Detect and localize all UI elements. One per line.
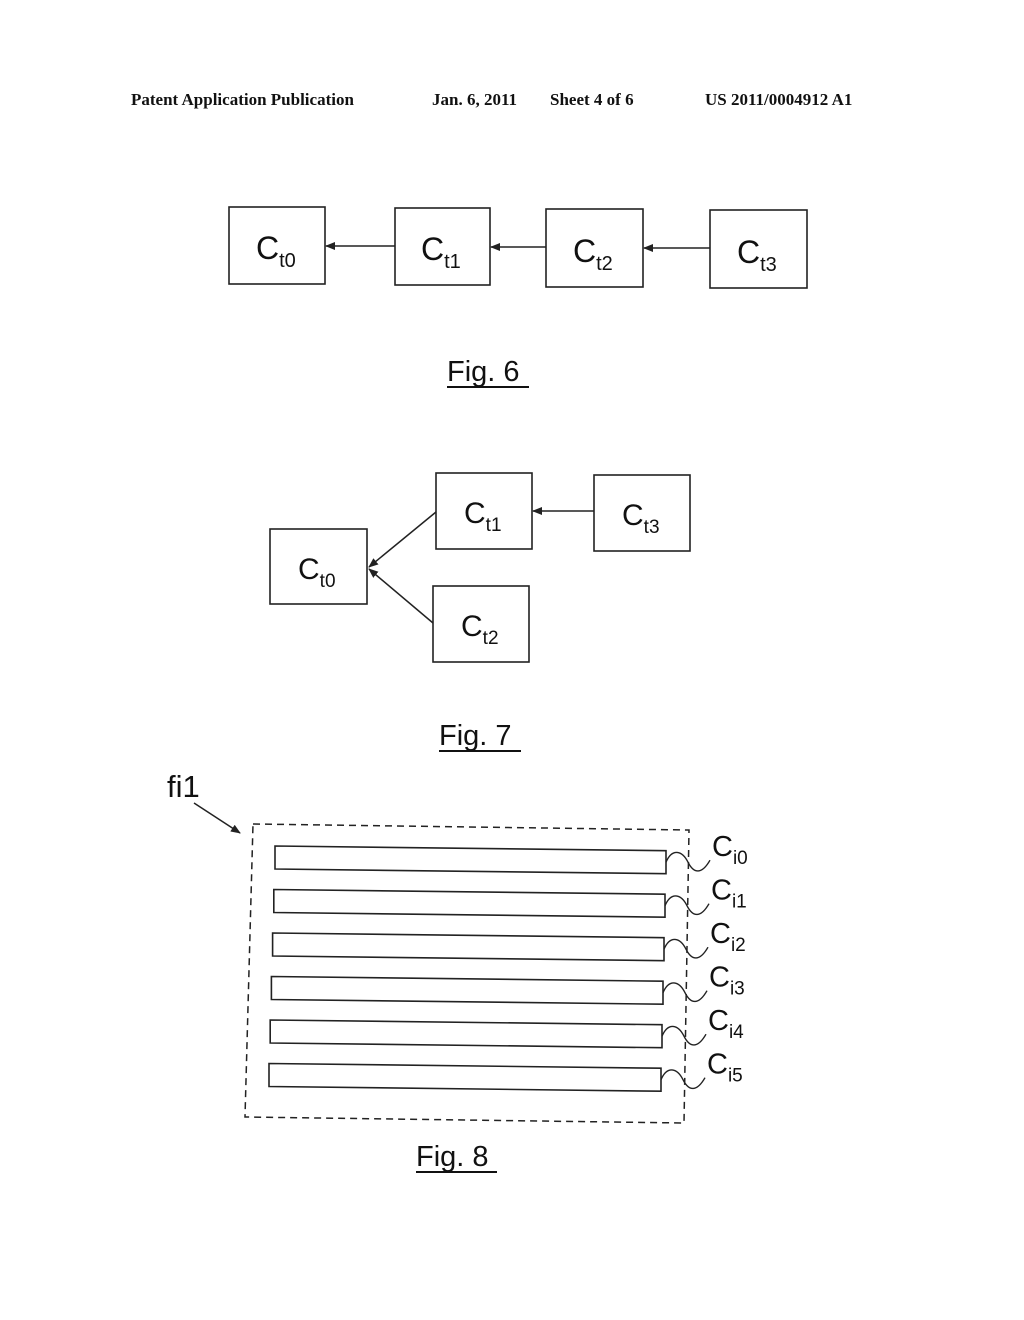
fig8-leader-i4	[661, 1025, 707, 1046]
fig8-leader-i3	[662, 982, 708, 1003]
figure-6: Ct0 Ct1 Ct2 Ct3 Fig. 6	[228, 206, 808, 388]
patent-figures: Ct0 Ct1 Ct2 Ct3 Fig. 6 Ct0 Ct1 Ct2 Ct3 F…	[167, 206, 808, 1173]
fig8-frame-label: fi1	[167, 769, 200, 804]
fig8-bar-i0	[274, 845, 667, 875]
fig8-leader-i2	[663, 938, 709, 959]
fig8-caption: Fig. 8	[416, 1141, 489, 1173]
fig8-leader-i5	[660, 1069, 706, 1090]
fig7-arrow-ct1-to-ct0	[368, 511, 437, 568]
fig8-label-i4: Ci4	[708, 1005, 744, 1043]
fig8-bar-i1	[272, 888, 666, 919]
fig8-label-i0: Ci0	[712, 831, 748, 869]
figure-7: Ct0 Ct1 Ct2 Ct3 Fig. 7	[269, 472, 691, 752]
fig8-bar-i5	[268, 1062, 662, 1093]
fig8-bar-i3	[270, 975, 664, 1006]
fig8-label-i1: Ci1	[711, 875, 747, 913]
fig7-arrow-ct2-to-ct0	[368, 568, 434, 624]
fig8-bar-i4	[269, 1019, 663, 1049]
fig8-label-i3: Ci3	[709, 962, 745, 1000]
fig8-frame-pointer-arrow	[193, 802, 241, 834]
fig8-label-i5: Ci5	[707, 1049, 743, 1087]
fig8-label-i2: Ci2	[710, 918, 746, 956]
fig6-caption: Fig. 6	[447, 356, 520, 388]
figure-8: fi1 Ci0 Ci1 Ci2 Ci3 Ci4 Ci5 Fig. 8	[167, 769, 748, 1173]
fig8-bar-i2	[271, 932, 665, 962]
fig7-caption: Fig. 7	[439, 720, 512, 752]
fig8-bars: Ci0 Ci1 Ci2 Ci3 Ci4 Ci5	[268, 831, 748, 1093]
